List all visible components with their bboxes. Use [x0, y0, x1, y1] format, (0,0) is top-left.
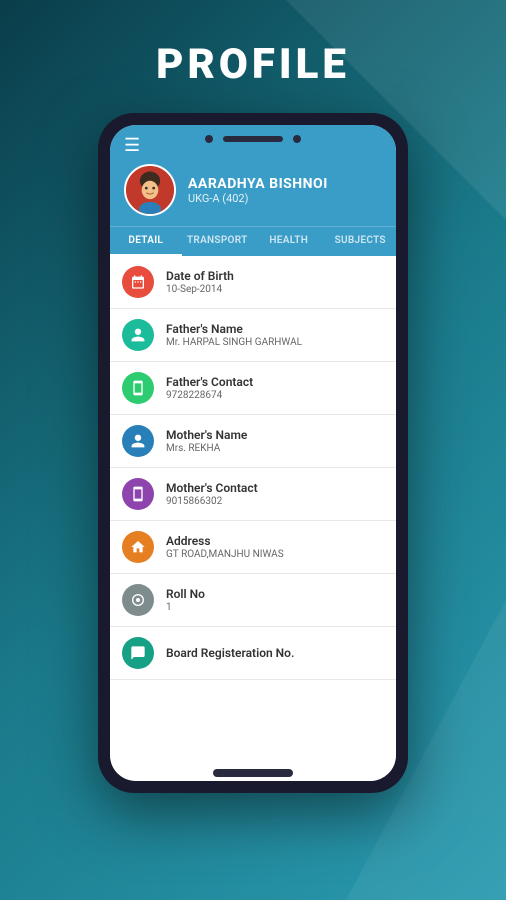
student-name: AARADHYA BISHNOI [188, 176, 328, 192]
student-meta: AARADHYA BISHNOI UKG-A (402) [188, 176, 328, 205]
profile-info: AARADHYA BISHNOI UKG-A (402) [124, 164, 382, 216]
phone-bottom-bar [213, 769, 293, 777]
item-value: 9728228674 [166, 390, 253, 401]
item-value: GT ROAD,MANJHU NIWAS [166, 549, 284, 560]
detail-item: AddressGT ROAD,MANJHU NIWAS [110, 521, 396, 574]
item-label: Mother's Contact [166, 481, 258, 495]
camera-dot [205, 135, 213, 143]
tab-subjects[interactable]: SUBJECTS [325, 227, 397, 256]
page-title: PROFILE [156, 40, 350, 89]
detail-icon-address [122, 531, 154, 563]
camera-dot-right [293, 135, 301, 143]
speaker-bar [223, 136, 283, 142]
tab-detail[interactable]: DETAIL [110, 227, 182, 256]
tab-health[interactable]: HEALTH [253, 227, 325, 256]
detail-item: Mother's Contact9015866302 [110, 468, 396, 521]
detail-item: Board Registeration No. [110, 627, 396, 680]
tabs-bar: DETAIL TRANSPORT HEALTH SUBJECTS [110, 226, 396, 256]
detail-item: Mother's NameMrs. REKHA [110, 415, 396, 468]
detail-icon-mother's-name [122, 425, 154, 457]
detail-icon-mother's-contact [122, 478, 154, 510]
item-label: Father's Contact [166, 375, 253, 389]
detail-icon-father's-contact [122, 372, 154, 404]
detail-icon-date-of-birth [122, 266, 154, 298]
item-label: Address [166, 534, 284, 548]
detail-item: Father's NameMr. HARPAL SINGH GARHWAL [110, 309, 396, 362]
item-value: Mrs. REKHA [166, 443, 247, 454]
detail-item: Roll No1 [110, 574, 396, 627]
detail-list: Date of Birth10-Sep-2014Father's NameMr.… [110, 256, 396, 781]
phone-frame: ☰ [98, 113, 408, 793]
detail-icon-board-registeration-no. [122, 637, 154, 669]
phone-top-bar [205, 135, 301, 143]
phone-screen: ☰ [110, 125, 396, 781]
tab-transport[interactable]: TRANSPORT [182, 227, 254, 256]
item-value: 9015866302 [166, 496, 258, 507]
item-label: Board Registeration No. [166, 646, 294, 660]
student-class: UKG-A (402) [188, 192, 328, 205]
item-label: Date of Birth [166, 269, 234, 283]
item-value: Mr. HARPAL SINGH GARHWAL [166, 337, 302, 348]
item-label: Father's Name [166, 322, 302, 336]
item-value: 1 [166, 602, 205, 613]
detail-item: Date of Birth10-Sep-2014 [110, 256, 396, 309]
detail-item: Father's Contact9728228674 [110, 362, 396, 415]
app-screen: ☰ [110, 125, 396, 781]
item-value: 10-Sep-2014 [166, 284, 234, 295]
item-label: Mother's Name [166, 428, 247, 442]
detail-icon-roll-no [122, 584, 154, 616]
avatar [124, 164, 176, 216]
detail-icon-father's-name [122, 319, 154, 351]
item-label: Roll No [166, 587, 205, 601]
